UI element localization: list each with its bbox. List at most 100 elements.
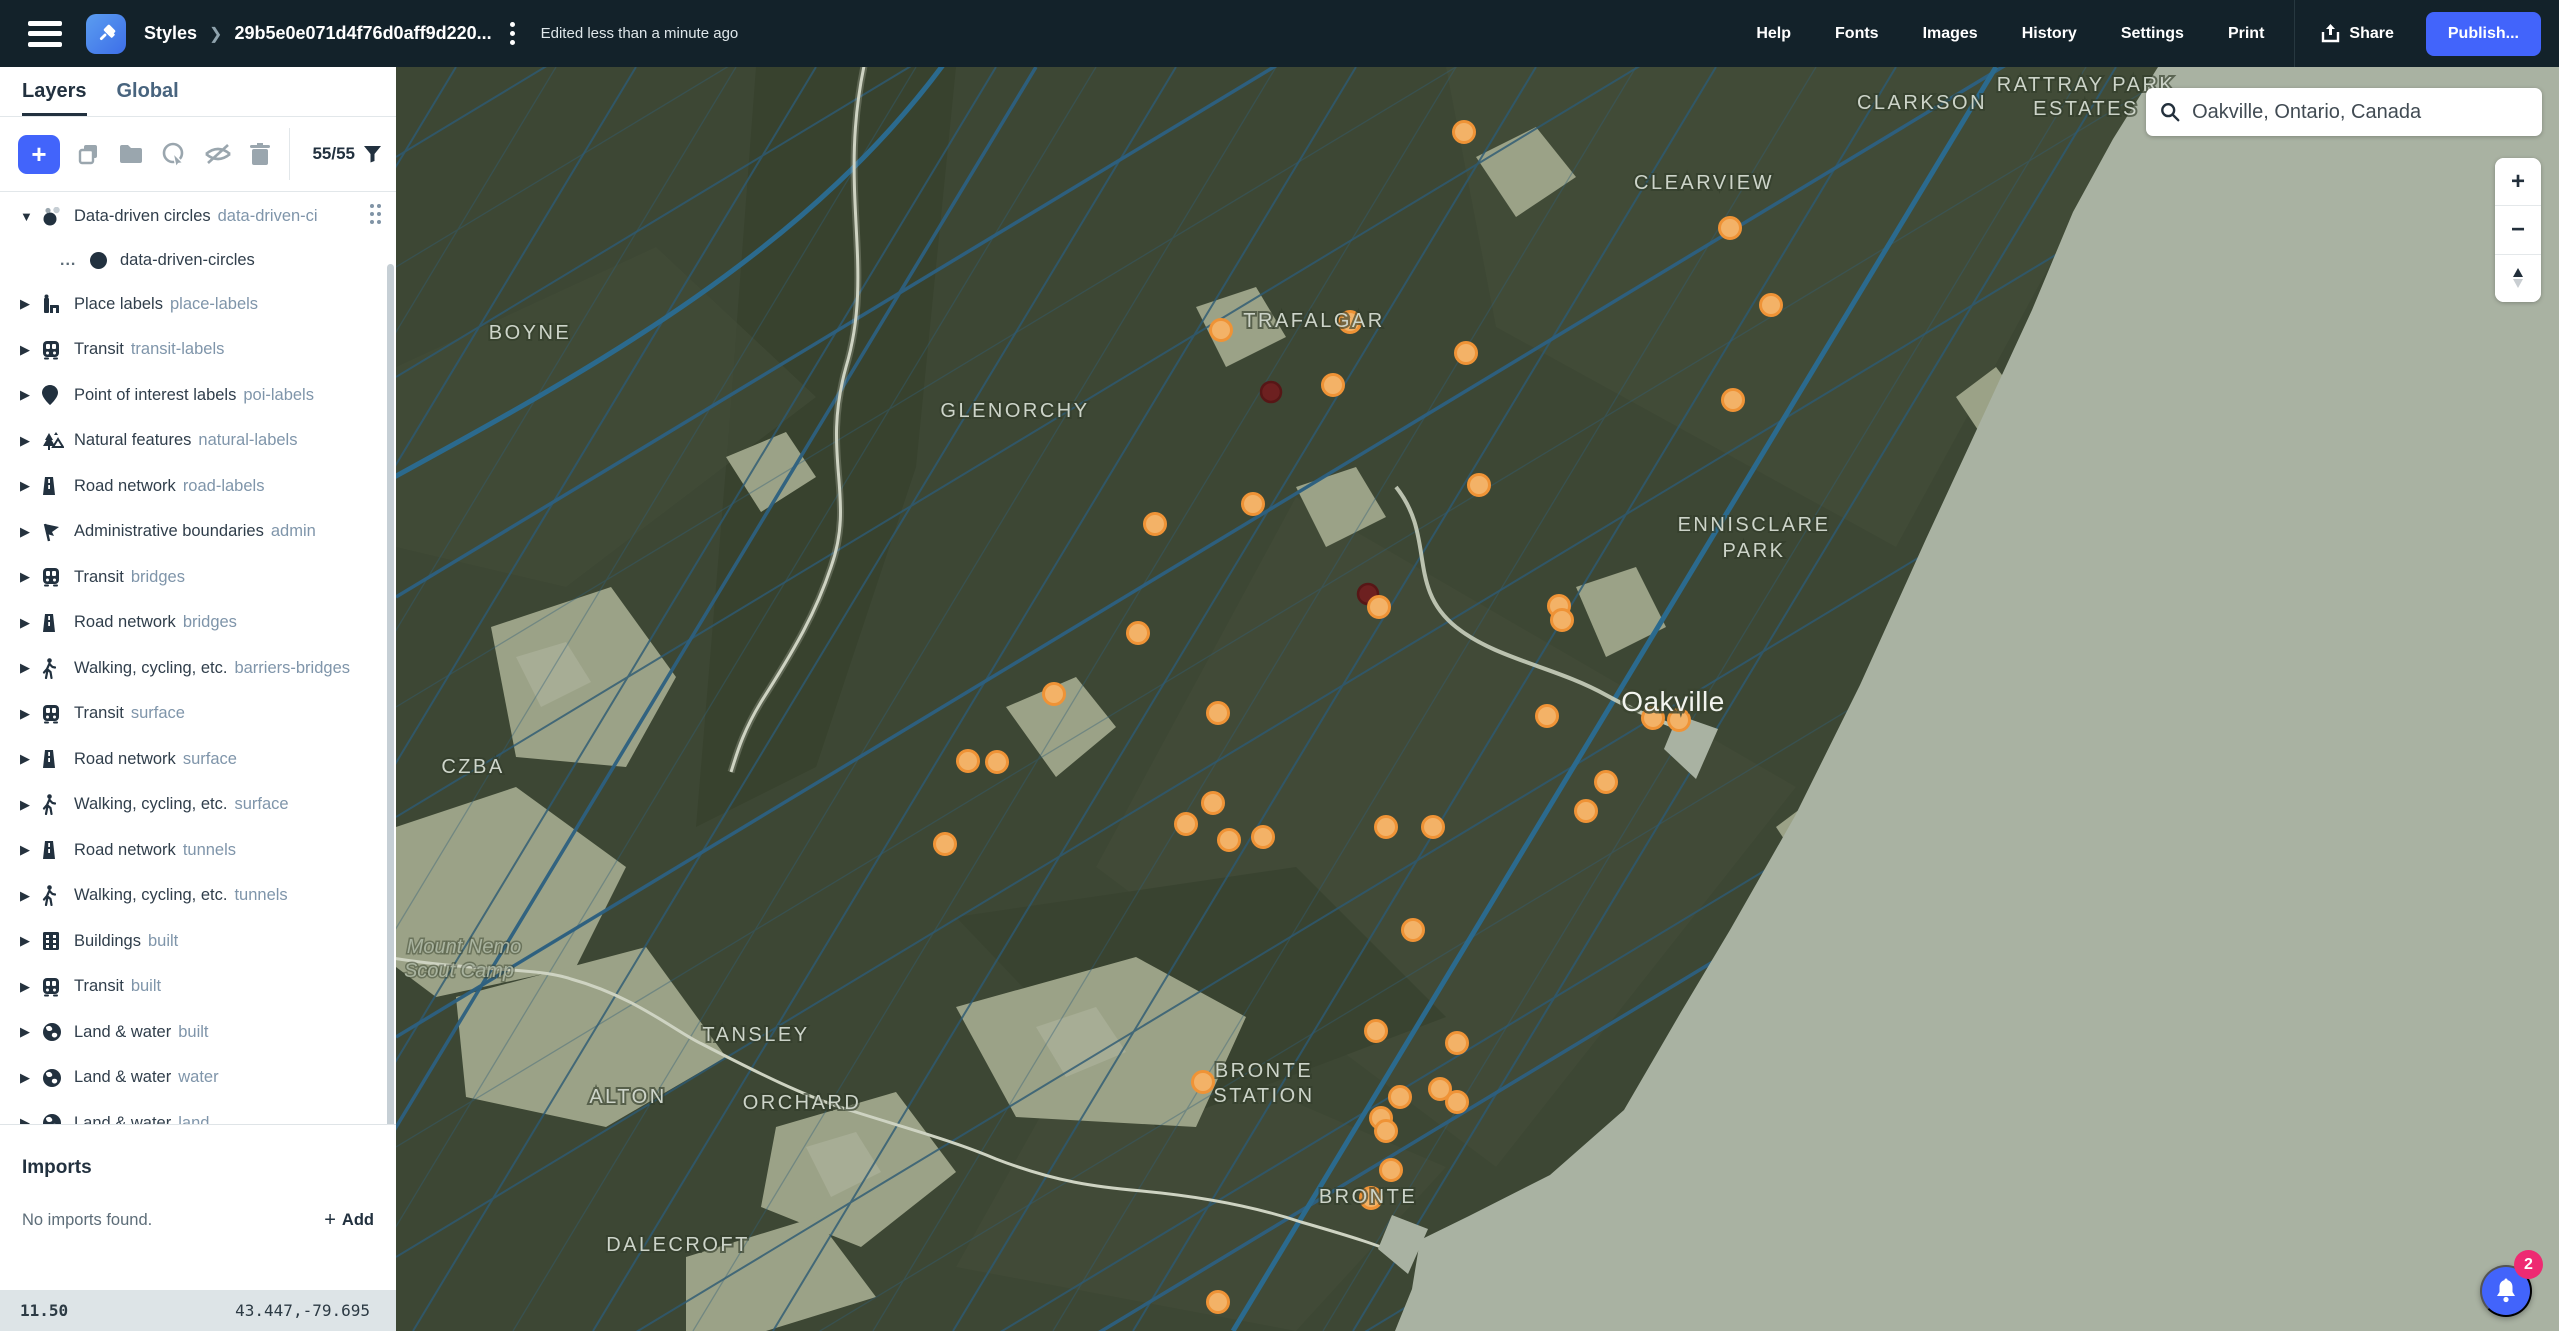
caret-collapsed-icon[interactable]: ▶ <box>20 797 42 813</box>
layer-row[interactable]: ▶Land & waterland <box>0 1101 396 1125</box>
data-point-orange[interactable] <box>1596 772 1617 793</box>
data-point-orange[interactable] <box>1366 1021 1387 1042</box>
style-options-kebab-icon[interactable] <box>510 22 515 45</box>
caret-collapsed-icon[interactable]: ▶ <box>20 979 42 995</box>
caret-collapsed-icon[interactable]: ▶ <box>20 569 42 585</box>
data-point-orange[interactable] <box>1193 1072 1214 1093</box>
layer-row[interactable]: ▶Walking, cycling, etc.tunnels <box>0 873 396 919</box>
select-layer-icon[interactable] <box>161 141 187 167</box>
caret-collapsed-icon[interactable]: ▶ <box>20 387 42 403</box>
menu-item-fonts[interactable]: Fonts <box>1813 25 1901 43</box>
data-point-orange[interactable] <box>1145 514 1166 535</box>
layer-row[interactable]: ▶Buildingsbuilt <box>0 919 396 965</box>
filter-funnel-icon[interactable] <box>363 145 382 163</box>
data-point-orange[interactable] <box>1552 610 1573 631</box>
layer-row[interactable]: ▶Road networktunnels <box>0 828 396 874</box>
caret-collapsed-icon[interactable]: ▶ <box>20 1024 42 1040</box>
data-point-orange[interactable] <box>1576 801 1597 822</box>
zoom-in-button[interactable]: + <box>2495 158 2541 205</box>
data-point-orange[interactable] <box>1720 218 1741 239</box>
menu-item-history[interactable]: History <box>2000 25 2099 43</box>
layer-row[interactable]: ▶Transitbridges <box>0 555 396 601</box>
data-point-orange[interactable] <box>1447 1033 1468 1054</box>
caret-collapsed-icon[interactable]: ▶ <box>20 342 42 358</box>
data-point-orange[interactable] <box>1369 597 1390 618</box>
data-point-orange[interactable] <box>1044 684 1065 705</box>
caret-collapsed-icon[interactable]: ▶ <box>20 933 42 949</box>
menu-item-print[interactable]: Print <box>2206 25 2286 43</box>
compass-button[interactable] <box>2495 254 2541 302</box>
caret-collapsed-icon[interactable]: ▶ <box>20 751 42 767</box>
layer-row[interactable]: ▶Natural featuresnatural-labels <box>0 418 396 464</box>
tab-global[interactable]: Global <box>117 80 179 116</box>
data-point-dark-red[interactable] <box>1261 382 1281 402</box>
sublayer-row[interactable]: ...data-driven-circles <box>0 240 396 282</box>
add-import-button[interactable]: + Add <box>324 1209 374 1232</box>
scrollbar-thumb[interactable] <box>387 264 394 1124</box>
data-point-orange[interactable] <box>1454 122 1475 143</box>
layer-row[interactable]: ▶Land & waterwater <box>0 1055 396 1101</box>
caret-collapsed-icon[interactable]: ▶ <box>20 478 42 494</box>
layer-row[interactable]: ▶Place labelsplace-labels <box>0 282 396 328</box>
layer-row[interactable]: ▶Point of interest labelspoi-labels <box>0 373 396 419</box>
layer-row[interactable]: ▶Administrative boundariesadmin <box>0 509 396 555</box>
layer-row[interactable]: ▶Transittransit-labels <box>0 327 396 373</box>
delete-layer-icon[interactable] <box>249 142 271 166</box>
caret-collapsed-icon[interactable]: ▶ <box>20 888 42 904</box>
data-point-orange[interactable] <box>1208 703 1229 724</box>
data-point-orange[interactable] <box>1469 475 1490 496</box>
data-point-orange[interactable] <box>1761 295 1782 316</box>
data-point-orange[interactable] <box>1219 830 1240 851</box>
search-input[interactable] <box>2192 101 2528 124</box>
caret-collapsed-icon[interactable]: ▶ <box>20 1115 42 1124</box>
caret-collapsed-icon[interactable]: ▶ <box>20 615 42 631</box>
layer-row[interactable]: ▶Transitbuilt <box>0 964 396 1010</box>
data-point-orange[interactable] <box>935 834 956 855</box>
data-point-orange[interactable] <box>1537 706 1558 727</box>
layer-row[interactable]: ▶Road networksurface <box>0 737 396 783</box>
mapbox-studio-logo[interactable] <box>86 14 126 54</box>
caret-collapsed-icon[interactable]: ▶ <box>20 296 42 312</box>
data-point-orange[interactable] <box>1128 623 1149 644</box>
caret-expanded-icon[interactable]: ▼ <box>20 209 42 224</box>
data-point-orange[interactable] <box>1456 343 1477 364</box>
caret-collapsed-icon[interactable]: ▶ <box>20 706 42 722</box>
data-point-orange[interactable] <box>1390 1087 1411 1108</box>
zoom-out-button[interactable]: − <box>2495 205 2541 253</box>
caret-collapsed-icon[interactable]: ▶ <box>20 1070 42 1086</box>
toggle-visibility-icon[interactable] <box>204 142 232 166</box>
data-point-orange[interactable] <box>1323 375 1344 396</box>
layer-row[interactable]: ▶Road networkroad-labels <box>0 464 396 510</box>
data-point-orange[interactable] <box>1376 817 1397 838</box>
layer-row[interactable]: ▶Walking, cycling, etc.surface <box>0 782 396 828</box>
duplicate-layer-icon[interactable] <box>77 142 101 166</box>
caret-collapsed-icon[interactable]: ▶ <box>20 660 42 676</box>
hamburger-menu-icon[interactable] <box>28 21 62 47</box>
add-layer-button[interactable]: + <box>18 135 60 174</box>
map-canvas[interactable]: CLARKSONRATTRAY PARKESTATESCLEARVIEWBOYN… <box>396 67 2559 1331</box>
data-point-orange[interactable] <box>1208 1292 1229 1313</box>
style-id[interactable]: 29b5e0e071d4f76d0aff9d220... <box>234 23 491 44</box>
caret-collapsed-icon[interactable]: ▶ <box>20 433 42 449</box>
layer-row[interactable]: ▶Road networkbridges <box>0 600 396 646</box>
menu-item-settings[interactable]: Settings <box>2099 25 2206 43</box>
layer-row[interactable]: ▼Data-driven circlesdata-driven-ci <box>0 194 396 240</box>
data-point-orange[interactable] <box>1376 1121 1397 1142</box>
data-point-orange[interactable] <box>1243 494 1264 515</box>
layer-row[interactable]: ▶Land & waterbuilt <box>0 1010 396 1056</box>
data-point-orange[interactable] <box>1203 793 1224 814</box>
data-point-orange[interactable] <box>1381 1160 1402 1181</box>
data-point-orange[interactable] <box>1723 390 1744 411</box>
layer-row[interactable]: ▶Walking, cycling, etc.barriers-bridges <box>0 646 396 692</box>
caret-collapsed-icon[interactable]: ▶ <box>20 524 42 540</box>
layer-row[interactable]: ▶Transitsurface <box>0 691 396 737</box>
data-point-orange[interactable] <box>1211 320 1232 341</box>
data-point-orange[interactable] <box>1447 1092 1468 1113</box>
caret-collapsed-icon[interactable]: ▶ <box>20 842 42 858</box>
share-button[interactable]: Share <box>2303 23 2411 44</box>
geocoder-search[interactable] <box>2146 88 2542 136</box>
data-point-orange[interactable] <box>958 751 979 772</box>
menu-item-images[interactable]: Images <box>1901 25 2000 43</box>
data-point-orange[interactable] <box>1253 827 1274 848</box>
drag-handle-icon[interactable] <box>368 203 382 230</box>
